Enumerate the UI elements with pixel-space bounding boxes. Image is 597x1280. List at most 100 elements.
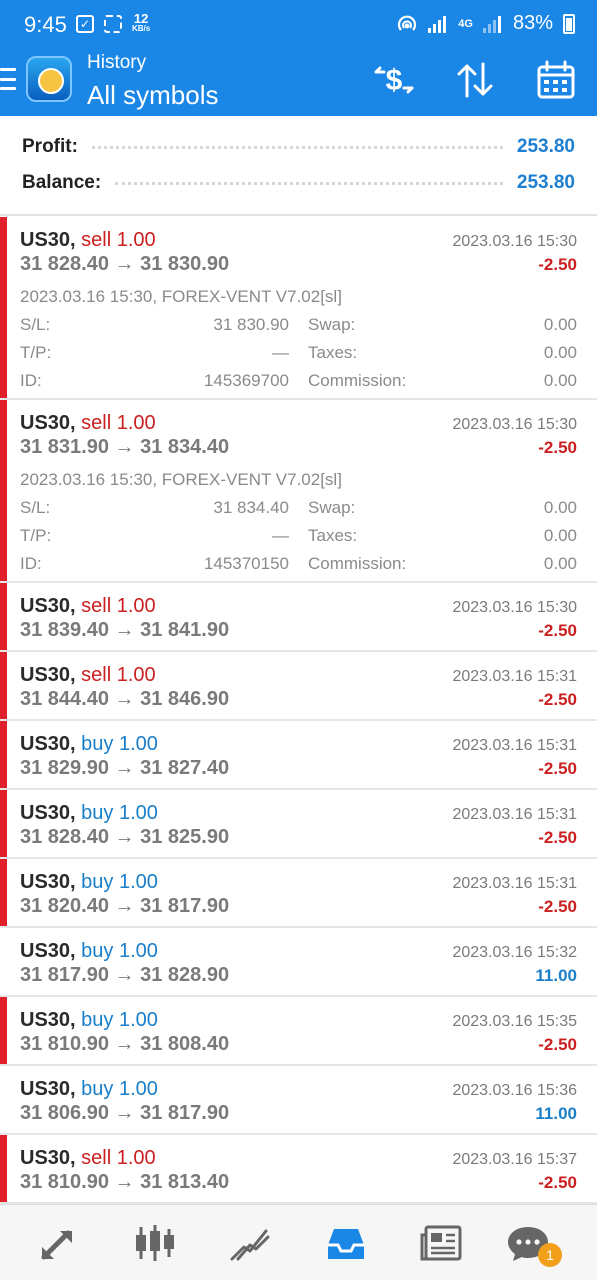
arrow-right-icon: → <box>114 757 135 779</box>
news-icon[interactable] <box>420 1223 464 1263</box>
deal-direction: sell 1.00 <box>81 1147 156 1169</box>
deal-row[interactable]: US30, sell 1.00 31 828.40 → 31 830.90 2023… <box>0 217 597 400</box>
deal-profit: -2.50 <box>538 1035 577 1054</box>
arrow-right-icon: → <box>114 964 135 986</box>
bottom-navigation: 1 <box>0 1204 597 1280</box>
deal-profit: -2.50 <box>538 1173 577 1192</box>
deal-symbol: US30, <box>20 940 76 962</box>
deal-symbol: US30, <box>20 1078 76 1100</box>
deposit-filter-icon[interactable]: $ <box>372 58 416 102</box>
signal-icon-2 <box>482 15 503 33</box>
deal-symbol: US30, <box>20 229 76 251</box>
deal-time: 2023.03.16 15:31 <box>452 668 577 685</box>
app-header: 9:45 ✓ 12 KB/s 4G 83% History All symbol… <box>0 0 597 116</box>
deal-profit: -2.50 <box>538 897 577 916</box>
deal-symbol-line: US30, buy 1.00 <box>20 1009 158 1032</box>
profit-value: 253.80 <box>516 136 575 157</box>
deal-time: 2023.03.16 15:30 <box>452 416 577 433</box>
deal-row[interactable]: US30, buy 1.00 31 829.90 → 31 827.40 2023.… <box>0 721 597 790</box>
deal-sl-label: S/L: <box>20 315 51 334</box>
deal-open-price: 31 844.40 <box>20 688 109 710</box>
chart-icon[interactable] <box>133 1223 177 1263</box>
deal-direction: sell 1.00 <box>81 595 156 617</box>
profit-row: Profit: 253.80 <box>22 129 575 165</box>
deal-id-value: 145369700 <box>203 371 289 390</box>
deal-prices: 31 817.90 → 31 828.90 <box>20 964 229 987</box>
deal-row[interactable]: US30, buy 1.00 31 817.90 → 31 828.90 2023.… <box>0 928 597 997</box>
deal-symbol: US30, <box>20 412 76 434</box>
deal-time: 2023.03.16 15:37 <box>452 1151 577 1168</box>
deal-symbol: US30, <box>20 664 76 686</box>
arrow-right-icon: → <box>114 688 135 710</box>
deal-close-price: 31 830.90 <box>140 253 230 275</box>
arrow-right-icon: → <box>114 1033 135 1055</box>
deal-time: 2023.03.16 15:30 <box>452 233 577 250</box>
deal-direction: sell 1.00 <box>81 229 156 251</box>
deal-open-price: 31 810.90 <box>20 1033 109 1055</box>
deal-tp-label: T/P: <box>20 526 52 545</box>
deal-direction: buy 1.00 <box>81 733 158 755</box>
deal-row[interactable]: US30, buy 1.00 31 820.40 → 31 817.90 2023.… <box>0 859 597 928</box>
deal-id-label: ID: <box>20 371 42 390</box>
chat-button[interactable]: 1 <box>506 1223 562 1267</box>
signal-icon <box>428 15 448 33</box>
deal-profit: -2.50 <box>538 255 577 274</box>
deal-symbol-line: US30, sell 1.00 <box>20 595 156 618</box>
deal-row[interactable]: US30, sell 1.00 31 810.90 → 31 813.40 2023… <box>0 1135 597 1204</box>
deal-row[interactable]: US30, sell 1.00 31 844.40 → 31 846.90 2023… <box>0 652 597 721</box>
deal-row[interactable]: US30, sell 1.00 31 839.40 → 31 841.90 2023… <box>0 583 597 652</box>
deal-row[interactable]: US30, sell 1.00 31 831.90 → 31 834.40 2023… <box>0 400 597 583</box>
hotspot-icon <box>398 15 417 31</box>
deal-row[interactable]: US30, buy 1.00 31 810.90 → 31 808.40 2023.… <box>0 997 597 1066</box>
dot-leader <box>115 181 503 185</box>
menu-icon[interactable] <box>0 68 16 90</box>
deal-profit: -2.50 <box>538 690 577 709</box>
deal-direction: buy 1.00 <box>81 802 158 824</box>
arrow-right-icon: → <box>114 826 135 848</box>
deal-close-price: 31 828.90 <box>140 964 230 986</box>
deal-swap-label: Swap: <box>308 315 356 334</box>
toolbar: History All symbols $ <box>0 50 597 116</box>
deal-symbol-line: US30, sell 1.00 <box>20 412 156 435</box>
quotes-icon[interactable] <box>38 1223 82 1263</box>
deal-direction: sell 1.00 <box>81 412 156 434</box>
deal-taxes-value: 0.00 <box>543 343 577 362</box>
deal-swap-value: 0.00 <box>543 315 577 334</box>
calendar-icon[interactable] <box>534 58 578 102</box>
deal-open-price: 31 828.40 <box>20 826 109 848</box>
deal-prices: 31 828.40 → 31 830.90 <box>20 253 229 276</box>
deal-symbol-line: US30, sell 1.00 <box>20 1147 156 1170</box>
deal-direction: buy 1.00 <box>81 940 158 962</box>
deal-prices: 31 839.40 → 31 841.90 <box>20 619 229 642</box>
arrow-right-icon: → <box>114 253 135 275</box>
deal-close-price: 31 825.90 <box>140 826 230 848</box>
balance-row: Balance: 253.80 <box>22 165 575 201</box>
trade-icon[interactable] <box>228 1223 272 1263</box>
deal-close-price: 31 817.90 <box>140 1102 230 1124</box>
deal-close-price: 31 827.40 <box>140 757 230 779</box>
arrow-right-icon: → <box>114 436 135 458</box>
deal-open-price: 31 839.40 <box>20 619 109 641</box>
deal-direction: sell 1.00 <box>81 664 156 686</box>
deal-open-price: 31 828.40 <box>20 253 109 275</box>
symbol-selector[interactable]: All symbols <box>87 80 218 111</box>
deal-close-price: 31 817.90 <box>140 895 230 917</box>
history-icon[interactable] <box>324 1223 368 1263</box>
deal-comment: 2023.03.16 15:30, FOREX-VENT V7.02[sl] <box>20 470 342 489</box>
deal-profit: -2.50 <box>538 759 577 778</box>
deal-time: 2023.03.16 15:30 <box>452 599 577 616</box>
chat-badge: 1 <box>538 1243 562 1267</box>
deal-row[interactable]: US30, buy 1.00 31 828.40 → 31 825.90 2023.… <box>0 790 597 859</box>
deal-time: 2023.03.16 15:35 <box>452 1013 577 1030</box>
deal-sl-label: S/L: <box>20 498 51 517</box>
deal-symbol-line: US30, buy 1.00 <box>20 802 158 825</box>
deal-id-label: ID: <box>20 554 42 573</box>
deal-swap-label: Swap: <box>308 498 356 517</box>
deal-row[interactable]: US30, buy 1.00 31 806.90 → 31 817.90 2023.… <box>0 1066 597 1135</box>
check-notification-icon: ✓ <box>76 15 94 33</box>
deal-close-price: 31 834.40 <box>140 436 230 458</box>
deal-prices: 31 844.40 → 31 846.90 <box>20 688 229 711</box>
deal-symbol-line: US30, sell 1.00 <box>20 229 156 252</box>
deal-commission-label: Commission: <box>308 554 407 573</box>
sort-icon[interactable] <box>453 58 497 102</box>
